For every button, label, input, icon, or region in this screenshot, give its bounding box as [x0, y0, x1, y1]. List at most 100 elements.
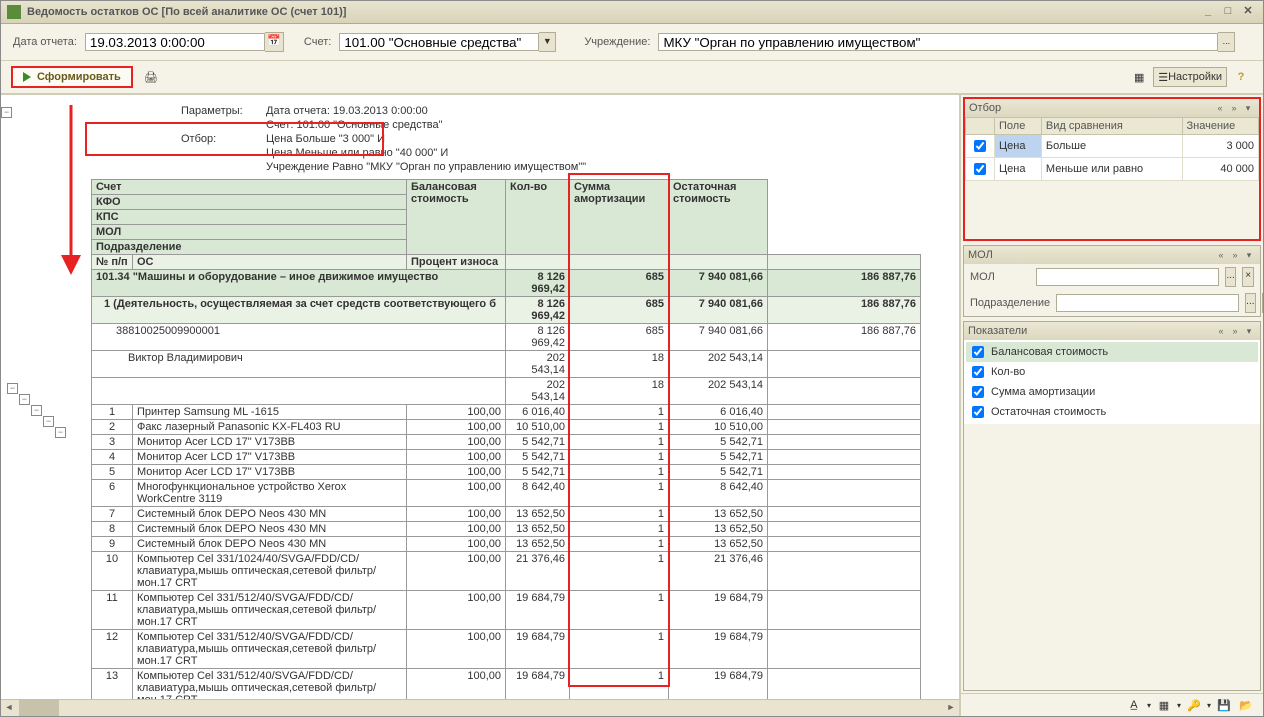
indicator-option[interactable]: Балансовая стоимость [966, 342, 1258, 362]
table-row[interactable]: 3Монитор Acer LCD 17" V173BB100,005 542,… [92, 435, 921, 450]
form-button-label: Сформировать [37, 71, 121, 83]
filter-table[interactable]: Поле Вид сравнения Значение ЦенаБольше3 … [965, 117, 1259, 181]
mol-panel-title: МОЛ [968, 249, 1214, 261]
col-bal: Балансовая стоимость [407, 180, 506, 255]
grid-icon[interactable]: ▦ [1129, 67, 1149, 87]
table-row[interactable]: 4Монитор Acer LCD 17" V173BB100,005 542,… [92, 450, 921, 465]
maximize-button[interactable]: □ [1219, 5, 1237, 19]
more-button[interactable]: ... [1225, 267, 1237, 287]
filter-row[interactable]: ЦенаМеньше или равно40 000 [966, 158, 1259, 181]
report-table: Счет Балансовая стоимость Кол-во Сумма а… [91, 179, 921, 699]
indicator-checkbox[interactable] [972, 346, 984, 358]
report-area[interactable]: − − − − − − Параметры:Дата отчета: 19.03… [1, 95, 959, 699]
filter-row[interactable]: ЦенаБольше3 000 [966, 135, 1259, 158]
panel-prev-icon[interactable]: « [1214, 324, 1228, 338]
save-icon[interactable]: 💾 [1215, 696, 1233, 714]
h-scrollbar[interactable]: ◄ ► [1, 699, 959, 716]
filter-line: Учреждение Равно "МКУ "Орган по управлен… [266, 161, 586, 173]
table-row[interactable]: 5Монитор Acer LCD 17" V173BB100,005 542,… [92, 465, 921, 480]
org-more-button[interactable]: ... [1218, 32, 1235, 52]
table-row[interactable]: 7Системный блок DEPO Neos 430 MN100,0013… [92, 507, 921, 522]
app-icon [7, 5, 21, 19]
group-row: Виктор Владимирович 202 543,1418 202 543… [92, 351, 921, 378]
toolbar: Сформировать 🖨 ▦ ☰ Настройки ? [1, 60, 1263, 94]
date-label: Дата отчета: [13, 36, 77, 48]
group-row: 101.34 "Машины и оборудование – иное дви… [92, 270, 921, 297]
param-label: Параметры: [181, 105, 243, 117]
indicator-checkbox[interactable] [972, 366, 984, 378]
mol-panel: МОЛ « » ▾ МОЛ ...× Подразделение ...× [963, 245, 1261, 317]
panel-next-icon[interactable]: » [1228, 324, 1242, 338]
scroll-right-icon[interactable]: ► [943, 700, 959, 716]
col-mol: МОЛ [92, 225, 407, 240]
indicator-option[interactable]: Кол-во [966, 362, 1258, 382]
org-label: Учреждение: [584, 36, 650, 48]
indicators-panel: Показатели « » ▾ Балансовая стоимость Ко… [963, 321, 1261, 691]
dropdown-icon[interactable]: ▾ [1147, 701, 1151, 710]
indicator-option[interactable]: Остаточная стоимость [966, 402, 1258, 422]
col-os: ОС [133, 255, 407, 270]
col-pct: Процент износа [407, 255, 506, 270]
indicators-title: Показатели [968, 325, 1214, 337]
filter-label: Отбор: [181, 133, 216, 145]
panel-prev-icon[interactable]: « [1214, 248, 1228, 262]
close-button[interactable]: ✕ [1239, 5, 1257, 19]
table-row[interactable]: 12Компьютер Cel 331/512/40/SVGA/FDD/CD/к… [92, 630, 921, 669]
settings-button[interactable]: ☰ Настройки [1153, 67, 1227, 87]
table-row[interactable]: 6Многофункциональное устройство Xerox Wo… [92, 480, 921, 507]
footer-toolbar: A̲ ▾ ▦ ▾ 🔑 ▾ 💾 📂 [961, 693, 1263, 716]
panel-menu-icon[interactable]: ▾ [1241, 101, 1255, 115]
more-button[interactable]: ... [1245, 293, 1255, 313]
clear-button[interactable]: × [1262, 293, 1263, 313]
account-select[interactable] [339, 33, 539, 51]
panel-menu-icon[interactable]: ▾ [1242, 248, 1256, 262]
window-title: Ведомость остатков ОС [По всей аналитике… [27, 6, 1197, 18]
form-button[interactable]: Сформировать [11, 66, 133, 88]
open-icon[interactable]: 📂 [1237, 696, 1255, 714]
filter-line: Цена Меньше или равно "40 000" И [266, 147, 448, 159]
table-row[interactable]: 11Компьютер Cel 331/512/40/SVGA/FDD/CD/к… [92, 591, 921, 630]
scroll-left-icon[interactable]: ◄ [1, 700, 17, 716]
table-row[interactable]: 2Факс лазерный Panasonic KX-FL403 RU100,… [92, 420, 921, 435]
table-row[interactable]: 9Системный блок DEPO Neos 430 MN100,0013… [92, 537, 921, 552]
parameter-bar: Дата отчета: 📅 Счет: ▼ Учреждение: ... [1, 24, 1263, 60]
table-row[interactable]: 1Принтер Samsung ML -1615100,006 016,401… [92, 405, 921, 420]
key-icon[interactable]: 🔑 [1185, 696, 1203, 714]
print-icon[interactable]: 🖨 [141, 67, 161, 87]
col-account: Счет [92, 180, 407, 195]
col-kfo: КФО [92, 195, 407, 210]
layout-icon[interactable]: ▦ [1155, 696, 1173, 714]
table-row[interactable]: 8Системный блок DEPO Neos 430 MN100,0013… [92, 522, 921, 537]
filter-checkbox[interactable] [974, 140, 986, 152]
panel-prev-icon[interactable]: « [1213, 101, 1227, 115]
scroll-thumb[interactable] [19, 700, 59, 716]
clear-button[interactable]: × [1242, 267, 1254, 287]
minimize-button[interactable]: _ [1199, 5, 1217, 19]
play-icon [23, 72, 31, 82]
table-row[interactable]: 13Компьютер Cel 331/512/40/SVGA/FDD/CD/к… [92, 669, 921, 700]
panel-next-icon[interactable]: » [1228, 248, 1242, 262]
titlebar: Ведомость остатков ОС [По всей аналитике… [1, 1, 1263, 24]
date-input[interactable] [85, 33, 265, 51]
div-input[interactable] [1056, 294, 1239, 312]
col-qty: Кол-во [506, 180, 570, 255]
calendar-icon[interactable]: 📅 [265, 32, 284, 52]
table-row[interactable]: 10Компьютер Cel 331/1024/40/SVGA/FDD/CD/… [92, 552, 921, 591]
panel-next-icon[interactable]: » [1227, 101, 1241, 115]
indicator-checkbox[interactable] [972, 406, 984, 418]
panel-menu-icon[interactable]: ▾ [1242, 324, 1256, 338]
filter-checkbox[interactable] [974, 163, 986, 175]
dropdown-icon[interactable]: ▾ [1177, 701, 1181, 710]
dropdown-icon[interactable]: ▾ [1207, 701, 1211, 710]
font-icon[interactable]: A̲ [1125, 696, 1143, 714]
filter-panel-title: Отбор [969, 102, 1213, 114]
indicator-option[interactable]: Сумма амортизации [966, 382, 1258, 402]
indicator-checkbox[interactable] [972, 386, 984, 398]
mol-label: МОЛ [970, 271, 1030, 283]
chevron-down-icon[interactable]: ▼ [539, 32, 556, 52]
help-icon[interactable]: ? [1231, 67, 1251, 87]
filter-panel: Отбор « » ▾ Поле Вид сравнения Значение … [963, 97, 1261, 241]
mol-input[interactable] [1036, 268, 1219, 286]
group-row: 1 (Деятельность, осуществляемая за счет … [92, 297, 921, 324]
org-input[interactable] [658, 33, 1218, 51]
